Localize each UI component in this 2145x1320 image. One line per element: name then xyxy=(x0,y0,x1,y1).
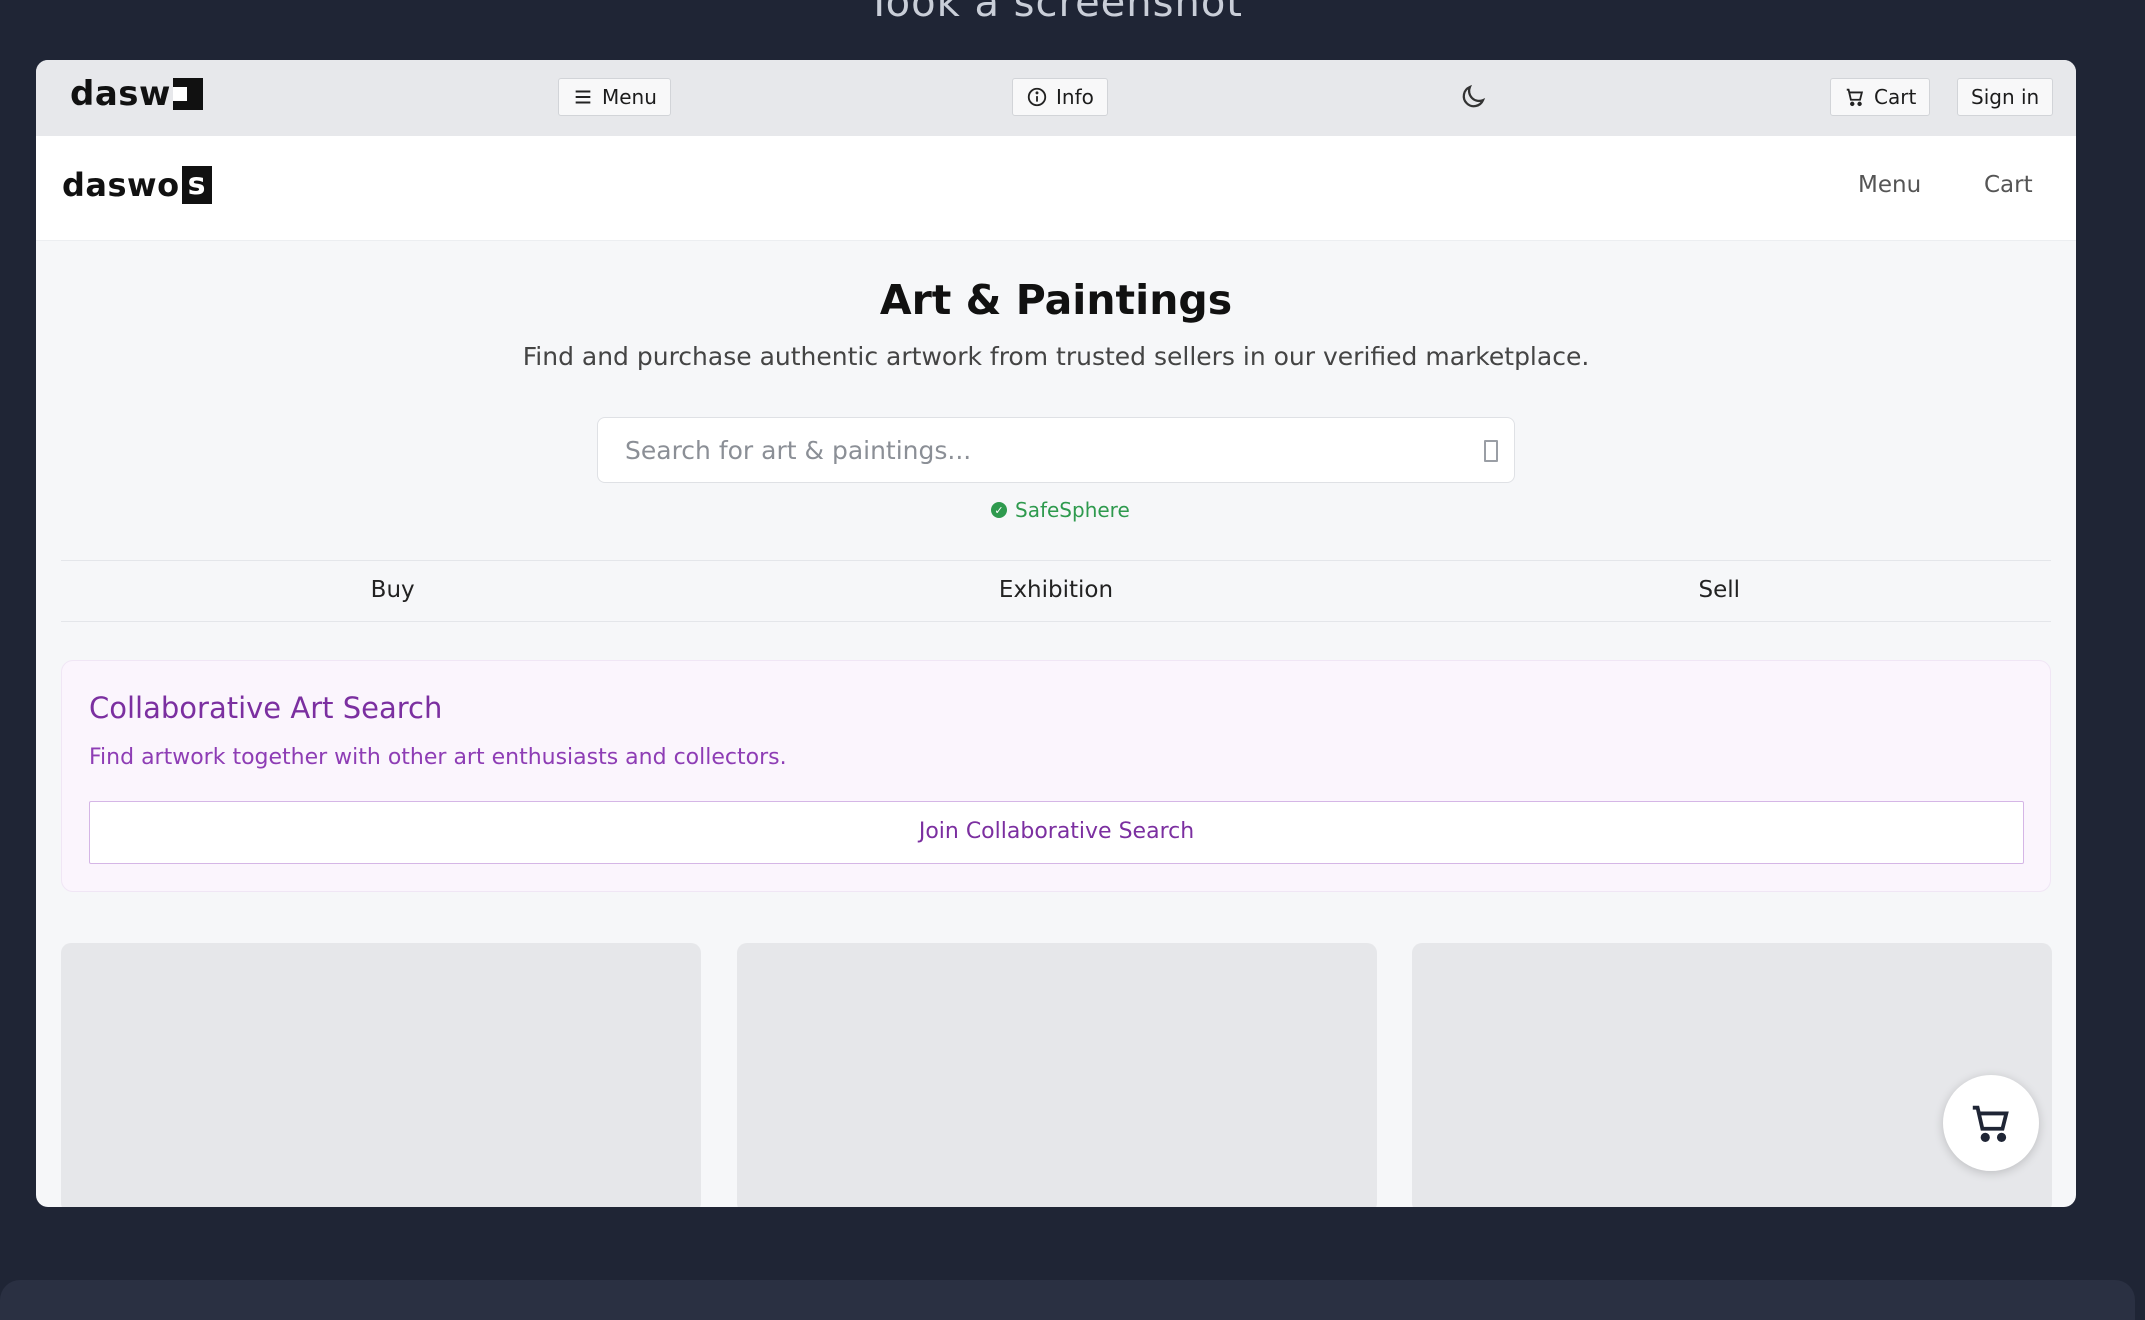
collab-title: Collaborative Art Search xyxy=(89,691,443,725)
menu-button[interactable]: Menu xyxy=(558,78,671,116)
tab-exhibition[interactable]: Exhibition xyxy=(724,561,1387,621)
check-circle-icon: ✓ xyxy=(991,502,1007,518)
screenshot-caption: Took a screenshot xyxy=(866,0,1243,26)
category-tabs: Buy Exhibition Sell xyxy=(61,560,2051,622)
cart-icon xyxy=(1846,88,1864,107)
top-toolbar: dasw Menu Info Cart Sign in xyxy=(36,60,2076,136)
site-logo-text: daswo xyxy=(62,166,180,204)
header-menu-link[interactable]: Menu xyxy=(1858,172,1921,198)
moon-icon[interactable] xyxy=(1458,82,1488,112)
toolbar-cart-button[interactable]: Cart xyxy=(1830,78,1931,116)
info-icon xyxy=(1027,87,1047,107)
hamburger-icon xyxy=(575,90,591,104)
tab-buy[interactable]: Buy xyxy=(61,561,724,621)
browser-frame: dasw Menu Info Cart Sign in daswo s Menu … xyxy=(36,60,2076,1207)
site-logo[interactable]: daswo s xyxy=(62,166,212,204)
product-card-placeholder[interactable] xyxy=(1412,943,2052,1207)
search-input[interactable] xyxy=(623,418,1447,482)
collaborative-search-panel: Collaborative Art Search Find artwork to… xyxy=(61,660,2051,892)
sign-in-button[interactable]: Sign in xyxy=(1957,78,2054,116)
site-logo-box: s xyxy=(181,166,212,204)
search-box xyxy=(597,417,1515,483)
page-subtitle: Find and purchase authentic artwork from… xyxy=(522,342,1590,371)
site-header: daswo s Menu Cart xyxy=(36,136,2076,241)
join-collab-search-button[interactable]: Join Collaborative Search xyxy=(89,801,2024,864)
info-button[interactable]: Info xyxy=(1012,78,1108,116)
cart-icon xyxy=(1972,1105,2009,1142)
info-button-label: Info xyxy=(1056,85,1094,109)
page-title: Art & Paintings xyxy=(879,276,1233,324)
bottom-panel xyxy=(0,1280,2135,1320)
safesphere-label: SafeSphere xyxy=(1015,498,1130,522)
product-card-placeholder[interactable] xyxy=(61,943,701,1207)
floating-cart-button[interactable] xyxy=(1943,1075,2039,1171)
toolbar-logo[interactable]: dasw xyxy=(70,74,203,114)
search-icon[interactable] xyxy=(1484,440,1498,462)
toolbar-cart-label: Cart xyxy=(1874,85,1917,109)
tab-sell[interactable]: Sell xyxy=(1388,561,2051,621)
menu-button-label: Menu xyxy=(602,85,657,109)
logo-box-icon xyxy=(172,78,203,110)
toolbar-logo-text: dasw xyxy=(70,74,171,114)
product-card-placeholder[interactable] xyxy=(737,943,1377,1207)
collab-description: Find artwork together with other art ent… xyxy=(89,745,787,770)
header-cart-link[interactable]: Cart xyxy=(1984,172,2033,198)
sign-in-label: Sign in xyxy=(1971,85,2040,109)
safesphere-badge[interactable]: ✓ SafeSphere xyxy=(991,498,1130,522)
